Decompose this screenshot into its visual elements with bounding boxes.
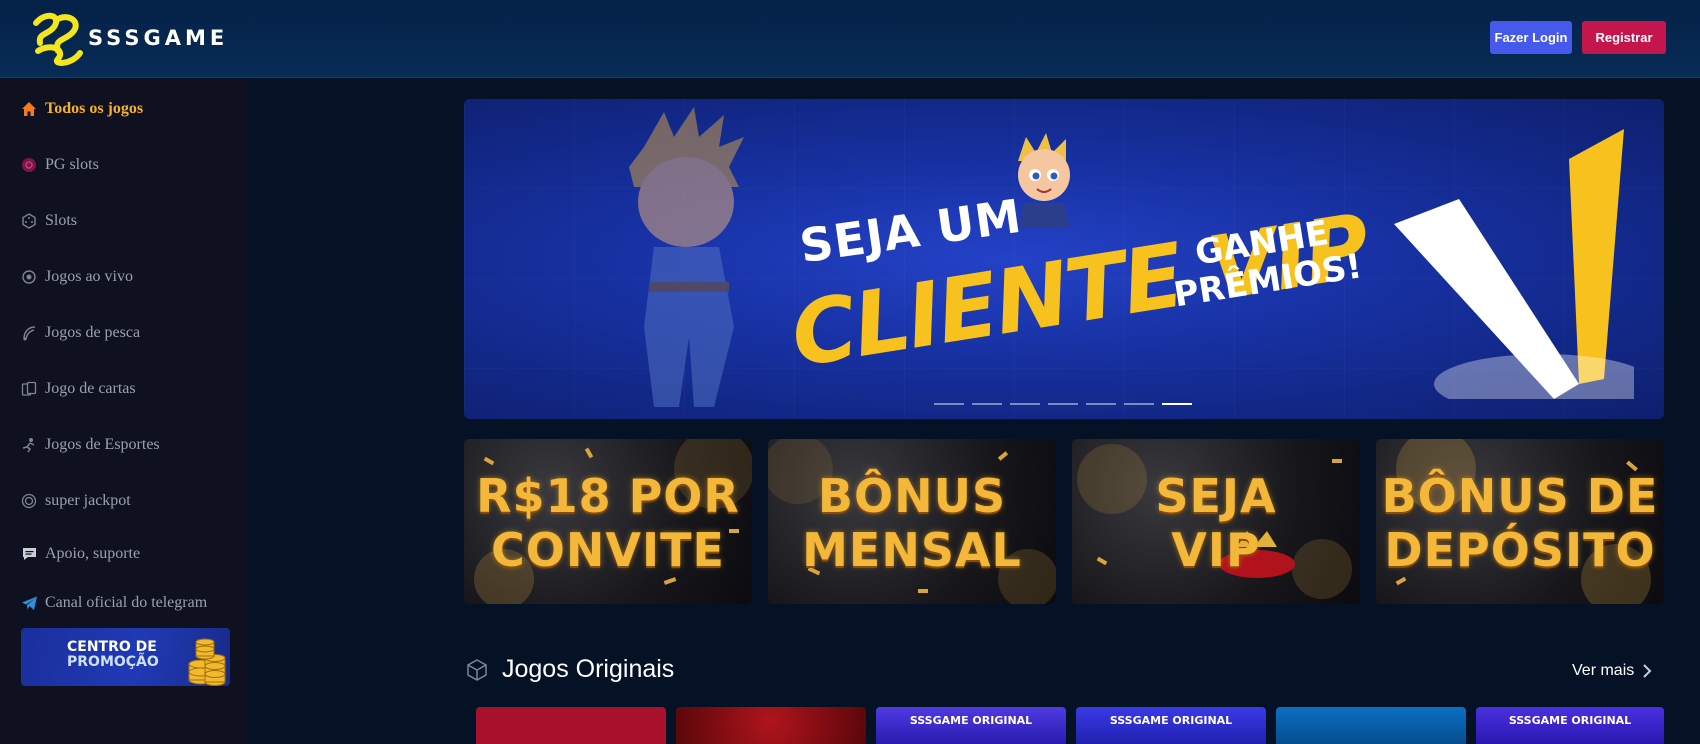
promo-card-line1: R$18 POR	[476, 469, 740, 523]
hero-character-illustration	[629, 107, 744, 407]
chevron-right-icon	[1643, 664, 1652, 678]
game-thumbnail[interactable]: SSSGAME ORIGINAL	[1076, 707, 1266, 744]
pg-icon	[20, 156, 38, 174]
promo-card-text: R$18 POR CONVITE	[464, 469, 752, 577]
sidebar-item-sports[interactable]: Jogos de Esportes	[20, 436, 160, 454]
sidebar-item-all-games[interactable]: Todos os jogos	[20, 100, 143, 118]
sidebar-item-live[interactable]: Jogos ao vivo	[20, 268, 133, 286]
logo-mark-icon	[33, 12, 83, 66]
see-more-label: Ver mais	[1572, 662, 1635, 679]
promo-card-line1: BÔNUS	[817, 469, 1007, 523]
carousel-dot[interactable]	[1124, 403, 1154, 405]
fish-icon	[20, 324, 38, 342]
promo-center-line1: CENTRO DE	[67, 639, 157, 655]
promo-card-deposit-bonus[interactable]: BÔNUS DE DEPÓSITO	[1376, 439, 1664, 604]
sidebar-item-label: Jogos ao vivo	[45, 268, 133, 285]
carousel-dot[interactable]	[1086, 403, 1116, 405]
brand-logo[interactable]: SSSGAME	[28, 8, 228, 68]
sidebar-item-cards[interactable]: Jogo de cartas	[20, 380, 136, 398]
promo-card-vip[interactable]: SEJA VIP	[1072, 439, 1360, 604]
hero-carousel[interactable]: SEJA UM CLIENTE VIP GANHE PRÊMIOS!	[464, 99, 1664, 419]
login-button[interactable]: Fazer Login	[1490, 21, 1572, 54]
game-thumbnail[interactable]: SSSGAME ORIGINAL	[1476, 707, 1664, 744]
sidebar-item-label: Todos os jogos	[45, 100, 144, 117]
promo-center-line2: PROMOÇÃO	[67, 654, 159, 670]
sidebar-item-fishing[interactable]: Jogos de pesca	[20, 324, 140, 342]
sidebar-item-label: PG slots	[45, 156, 99, 173]
promo-card-text: BÔNUS MENSAL	[768, 469, 1056, 577]
cards-icon	[20, 380, 38, 398]
sidebar-item-label: Apoio, suporte	[45, 545, 141, 562]
promo-card-line1: BÔNUS DE	[1381, 469, 1659, 523]
vip-logo-mark	[1394, 129, 1634, 399]
carousel-indicators	[934, 403, 1192, 405]
game-thumbnail-label: SSSGAME ORIGINAL	[1508, 714, 1632, 727]
sidebar-item-label: Jogos de pesca	[45, 324, 141, 341]
jackpot-icon	[20, 492, 38, 510]
sports-icon	[20, 436, 38, 454]
game-thumbnail-label: SSSGAME ORIGINAL	[1109, 714, 1233, 727]
carousel-dot[interactable]	[934, 403, 964, 405]
carousel-dot[interactable]	[972, 403, 1002, 405]
mascot-illustration	[1018, 133, 1070, 228]
promo-card-invite[interactable]: R$18 POR CONVITE	[464, 439, 752, 604]
carousel-dot[interactable]	[1010, 403, 1040, 405]
section-title: Jogos Originais	[502, 655, 675, 683]
sidebar-item-label: Jogo de cartas	[45, 380, 136, 397]
promo-card-line2: DEPÓSITO	[1384, 523, 1656, 577]
brand-name: SSSGAME	[88, 26, 229, 50]
section-header-original-games: Jogos Originais	[466, 655, 674, 684]
promo-center-banner[interactable]: CENTRO DE PROMOÇÃO	[21, 628, 230, 686]
promo-card-line2: VIP	[1171, 523, 1261, 577]
cube-icon	[467, 658, 487, 681]
promo-card-line1: SEJA	[1155, 469, 1277, 523]
chat-icon	[20, 545, 38, 563]
home-icon	[20, 100, 38, 118]
sidebar-item-support[interactable]: Apoio, suporte	[20, 545, 140, 563]
promo-card-text: BÔNUS DE DEPÓSITO	[1376, 469, 1664, 577]
top-header: SSSGAME Fazer Login Registrar	[0, 0, 1700, 78]
promo-card-line2: CONVITE	[491, 523, 725, 577]
coins-icon	[188, 638, 226, 686]
game-thumbnail[interactable]	[676, 707, 866, 744]
sidebar-item-label: super jackpot	[45, 492, 131, 509]
sidebar-item-label: Canal oficial do telegram	[45, 594, 208, 611]
game-thumbnail[interactable]: SSSGAME ORIGINAL	[876, 707, 1066, 744]
promo-card-text: SEJA VIP	[1072, 469, 1360, 577]
telegram-icon	[20, 594, 38, 612]
sidebar-item-label: Slots	[45, 212, 78, 229]
game-thumbnail-label: SSSGAME ORIGINAL	[909, 714, 1033, 727]
game-thumbnail[interactable]	[476, 707, 666, 744]
live-icon	[20, 268, 38, 286]
see-more-link[interactable]: Ver mais	[1572, 662, 1652, 680]
sidebar-item-slots[interactable]: Slots	[20, 212, 77, 230]
promo-center-text: CENTRO DE PROMOÇÃO	[67, 640, 159, 670]
sidebar: Todos os jogos PG slots Slots Jogos ao v…	[0, 79, 248, 744]
sidebar-item-pg-slots[interactable]: PG slots	[20, 156, 99, 174]
dice-icon	[20, 212, 38, 230]
sidebar-item-jackpot[interactable]: super jackpot	[20, 492, 131, 510]
carousel-dot-active[interactable]	[1162, 403, 1192, 405]
sidebar-item-telegram[interactable]: Canal oficial do telegram	[20, 594, 207, 612]
promo-card-monthly-bonus[interactable]: BÔNUS MENSAL	[768, 439, 1056, 604]
register-button[interactable]: Registrar	[1582, 21, 1666, 54]
game-thumbnail[interactable]	[1276, 707, 1466, 744]
promo-card-line2: MENSAL	[802, 523, 1022, 577]
carousel-dot[interactable]	[1048, 403, 1078, 405]
sidebar-item-label: Jogos de Esportes	[45, 436, 160, 453]
